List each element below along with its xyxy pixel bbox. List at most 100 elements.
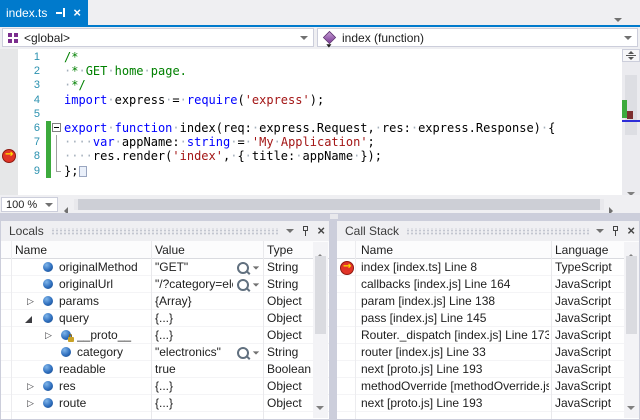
line-margin[interactable]: [0, 64, 18, 78]
expander-collapsed-icon[interactable]: ▷: [27, 381, 34, 392]
column-divider[interactable]: [263, 241, 264, 419]
table-row[interactable]: pass [index.js] Line 145JavaScript: [337, 310, 639, 327]
column-header-type[interactable]: Type: [267, 243, 293, 257]
close-icon[interactable]: ×: [627, 225, 635, 237]
panel-splitter[interactable]: [0, 213, 640, 220]
table-row[interactable]: router [index.js] Line 33JavaScript: [337, 344, 639, 361]
code-line[interactable]: 3·*/: [0, 78, 622, 92]
chevron-down-icon[interactable]: [253, 351, 259, 354]
code-token: express.Request,: [259, 121, 375, 135]
line-margin[interactable]: [0, 121, 18, 135]
code-line[interactable]: 8····res.render('index',·{·title:·appNam…: [0, 149, 622, 163]
scroll-down-arrow-icon[interactable]: [316, 397, 324, 415]
column-divider[interactable]: [151, 241, 152, 419]
chevron-down-icon[interactable]: [253, 283, 259, 286]
member-dropdown[interactable]: index (function): [317, 28, 638, 47]
outline-margin[interactable]: [51, 64, 64, 78]
table-row[interactable]: Router._dispatch [index.js] Line 173Java…: [337, 327, 639, 344]
code-line[interactable]: 4import·express·=·require('express');: [0, 93, 622, 107]
scope-dropdown[interactable]: <global>: [2, 28, 314, 47]
scrollbar-thumb[interactable]: [626, 256, 637, 334]
tab-index-ts[interactable]: index.ts ×: [0, 0, 88, 25]
scroll-down-arrow-icon[interactable]: [627, 397, 635, 415]
zoom-control[interactable]: 100 %: [1, 197, 58, 212]
table-row[interactable]: index [index.ts] Line 8TypeScript: [337, 259, 639, 276]
expander-expanded-icon[interactable]: [25, 316, 32, 323]
locals-scrollbar[interactable]: [313, 242, 328, 418]
outline-margin[interactable]: [51, 135, 64, 149]
outline-margin[interactable]: [51, 50, 64, 64]
table-row[interactable]: originalUrl"/?category=electronics"Strin…: [1, 276, 329, 293]
table-row[interactable]: category"electronics"String: [1, 344, 329, 361]
magnifier-icon[interactable]: [237, 279, 249, 291]
table-row[interactable]: next [proto.js] Line 193JavaScript: [337, 395, 639, 412]
expander-collapsed-icon[interactable]: ▷: [27, 296, 34, 307]
editor-vertical-scrollbar[interactable]: [622, 49, 640, 195]
table-row[interactable]: ▷res{...}Object: [1, 378, 329, 395]
table-row[interactable]: ▷__proto__{...}Object: [1, 327, 329, 344]
code-line[interactable]: 9};: [0, 164, 622, 178]
magnifier-icon[interactable]: [237, 347, 249, 359]
collapse-box-icon[interactable]: [52, 123, 61, 132]
column-header-value[interactable]: Value: [155, 243, 185, 257]
line-margin[interactable]: [0, 78, 18, 92]
expander-collapsed-icon[interactable]: ▷: [27, 398, 34, 409]
code-line[interactable]: 7····var·appName:·string·=·'My·Applicati…: [0, 135, 622, 149]
close-icon[interactable]: ×: [317, 225, 325, 237]
callstack-title-bar[interactable]: Call Stack ×: [337, 221, 639, 241]
outline-margin[interactable]: [51, 121, 64, 135]
value-magnifier[interactable]: [237, 279, 260, 291]
code-line[interactable]: 1/*: [0, 50, 622, 64]
outline-margin[interactable]: [51, 149, 64, 163]
column-divider[interactable]: [551, 241, 552, 419]
scrollbar-thumb[interactable]: [78, 199, 600, 210]
table-row[interactable]: param [index.js] Line 138JavaScript: [337, 293, 639, 310]
frame-name: Router._dispatch [index.js] Line 173: [361, 328, 549, 342]
code-line[interactable]: 6export·function·index(req:·express.Requ…: [0, 121, 622, 135]
split-editor-handle[interactable]: [622, 49, 640, 62]
pin-icon[interactable]: [301, 226, 310, 237]
locals-title-bar[interactable]: Locals ×: [1, 221, 329, 241]
callstack-scrollbar[interactable]: [624, 242, 639, 418]
line-margin[interactable]: [0, 135, 18, 149]
code-editor[interactable]: 1/*2·*·GET·home·page.3·*/4import·express…: [0, 49, 622, 195]
table-row[interactable]: query{...}Object: [1, 310, 329, 327]
line-margin[interactable]: [0, 149, 18, 163]
chevron-down-icon[interactable]: [253, 266, 259, 269]
table-row[interactable]: methodOverride [methodOverride.js]JavaSc…: [337, 378, 639, 395]
table-row[interactable]: callbacks [index.js] Line 164JavaScript: [337, 276, 639, 293]
line-margin[interactable]: [0, 107, 18, 121]
line-margin[interactable]: [0, 50, 18, 64]
line-margin[interactable]: [0, 93, 18, 107]
outline-margin[interactable]: [51, 107, 64, 121]
magnifier-icon[interactable]: [237, 262, 249, 274]
value-magnifier[interactable]: [237, 347, 260, 359]
line-margin[interactable]: [0, 164, 18, 178]
current-statement-icon[interactable]: [2, 149, 16, 163]
outline-margin[interactable]: [51, 78, 64, 92]
table-row[interactable]: ▷params{Array}Object: [1, 293, 329, 310]
table-row[interactable]: next [proto.js] Line 193JavaScript: [337, 361, 639, 378]
table-row[interactable]: originalMethod"GET"String: [1, 259, 329, 276]
code-line[interactable]: 5: [0, 107, 622, 121]
outline-margin[interactable]: [51, 164, 64, 178]
window-position-icon[interactable]: [596, 229, 604, 233]
code-line[interactable]: 2·*·GET·home·page.: [0, 64, 622, 78]
column-header-name[interactable]: Name: [361, 243, 393, 257]
code-token: =: [237, 135, 244, 149]
frame-name: next [proto.js] Line 193: [361, 396, 549, 410]
table-row[interactable]: ▷route{...}Object: [1, 395, 329, 412]
outline-margin[interactable]: [51, 93, 64, 107]
close-icon[interactable]: ×: [73, 6, 81, 19]
value-magnifier[interactable]: [237, 262, 260, 274]
scrollbar-thumb[interactable]: [315, 256, 326, 334]
column-header-language[interactable]: Language: [555, 243, 608, 257]
code-token: 'My: [252, 135, 274, 149]
column-header-name[interactable]: Name: [15, 243, 47, 257]
table-row[interactable]: readabletrueBoolean: [1, 361, 329, 378]
window-position-icon[interactable]: [286, 229, 294, 233]
expander-collapsed-icon[interactable]: ▷: [45, 330, 52, 341]
pin-icon[interactable]: [55, 8, 67, 18]
pin-icon[interactable]: [611, 226, 620, 237]
horizontal-scrollbar[interactable]: [74, 199, 604, 210]
